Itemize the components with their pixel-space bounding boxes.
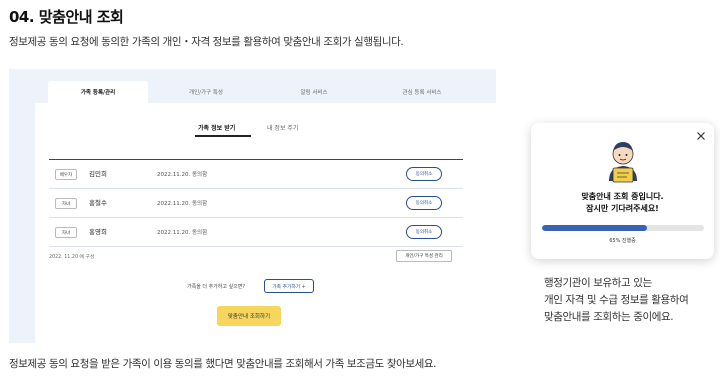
mock-screen: 가족 등록/관리 개인/가구 특성 알림 서비스 관심 등록 서비스 가족 정보… bbox=[9, 69, 497, 343]
tab-bar: 가족 등록/관리 개인/가구 특성 알림 서비스 관심 등록 서비스 bbox=[48, 81, 480, 103]
family-list: 배우자 김민희 2022.11.20. 동의함 동의취소 자녀 홍철수 2022… bbox=[49, 159, 463, 247]
consent-date: 2022.11.20. 동의함 bbox=[157, 230, 208, 236]
loading-message-line1: 맞춤안내 조회 중입니다. bbox=[581, 192, 664, 201]
family-panel: 가족 정보 받기 내 정보 주기 배우자 김민희 2022.11.20. 동의함… bbox=[35, 103, 497, 343]
section-description: 정보제공 동의 요청에 동의한 가족의 개인・자격 정보를 활용하여 맞춤안내 … bbox=[9, 36, 404, 48]
tab-interest-service[interactable]: 관심 등록 서비스 bbox=[372, 81, 472, 103]
member-name: 홍철수 bbox=[89, 199, 107, 207]
side-text-line: 행정기관이 보유하고 있는 bbox=[544, 277, 652, 289]
tab-personal-traits[interactable]: 개인/가구 특성 bbox=[156, 81, 256, 103]
consent-date: 2022.11.20. 동의함 bbox=[157, 172, 208, 178]
relation-badge: 자녀 bbox=[55, 198, 77, 209]
person-with-document-icon bbox=[609, 142, 637, 183]
consent-date: 2022.11.20. 동의함 bbox=[157, 201, 208, 207]
manage-traits-button[interactable]: 개인/가구 특성 관리 bbox=[396, 250, 452, 262]
subtab-receive-info[interactable]: 가족 정보 받기 bbox=[198, 123, 235, 132]
tab-family-register[interactable]: 가족 등록/관리 bbox=[48, 81, 148, 103]
section-title: 04. 맞춤안내 조회 bbox=[9, 8, 124, 26]
member-name: 김민희 bbox=[89, 170, 107, 178]
progress-text: 65% 진행중 bbox=[609, 238, 636, 244]
add-family-question: 가족을 더 추가하고 싶으면? bbox=[187, 284, 246, 290]
loading-popup: 맞춤안내 조회 중입니다. 잠시만 기다려주세요! 65% 진행중 bbox=[531, 123, 714, 259]
relation-badge: 배우자 bbox=[55, 169, 77, 180]
add-family-button[interactable]: 가족 추가하기 + bbox=[264, 279, 314, 293]
list-item: 자녀 홍철수 2022.11.20. 동의함 동의취소 bbox=[49, 189, 463, 218]
subtab-give-info[interactable]: 내 정보 주기 bbox=[267, 123, 298, 132]
cancel-consent-button[interactable]: 동의취소 bbox=[406, 167, 442, 181]
side-text-line: 개인 자격 및 수급 정보를 활용하여 bbox=[544, 294, 689, 306]
tab-alert-service[interactable]: 알림 서비스 bbox=[264, 81, 364, 103]
cancel-consent-button[interactable]: 동의취소 bbox=[406, 225, 442, 239]
list-item: 자녀 홍영희 2022.11.20. 동의함 동의취소 bbox=[49, 218, 463, 247]
side-explanation: 행정기관이 보유하고 있는 개인 자격 및 수급 정보를 활용하여 맞춤안내를 … bbox=[544, 275, 689, 326]
custom-guide-lookup-button[interactable]: 맞춤안내 조회하기 bbox=[217, 306, 281, 326]
member-name: 홍영희 bbox=[89, 228, 107, 236]
loading-message-line2: 잠시만 기다려주세요! bbox=[586, 204, 659, 213]
close-icon[interactable] bbox=[696, 131, 706, 141]
side-text-line: 맞춤안내를 조회하는 중이에요. bbox=[544, 311, 674, 323]
status-line: 2022. 11.20 에 구성 bbox=[49, 255, 95, 260]
relation-badge: 자녀 bbox=[55, 227, 77, 238]
progress-bar bbox=[542, 225, 704, 231]
footer-description: 정보제공 동의 요청을 받은 가족이 이용 동의를 했다면 맞춤안내를 조회해서… bbox=[9, 358, 437, 370]
cancel-consent-button[interactable]: 동의취소 bbox=[406, 196, 442, 210]
progress-fill bbox=[542, 225, 648, 231]
subtab-underline bbox=[195, 135, 251, 137]
list-item: 배우자 김민희 2022.11.20. 동의함 동의취소 bbox=[49, 160, 463, 189]
